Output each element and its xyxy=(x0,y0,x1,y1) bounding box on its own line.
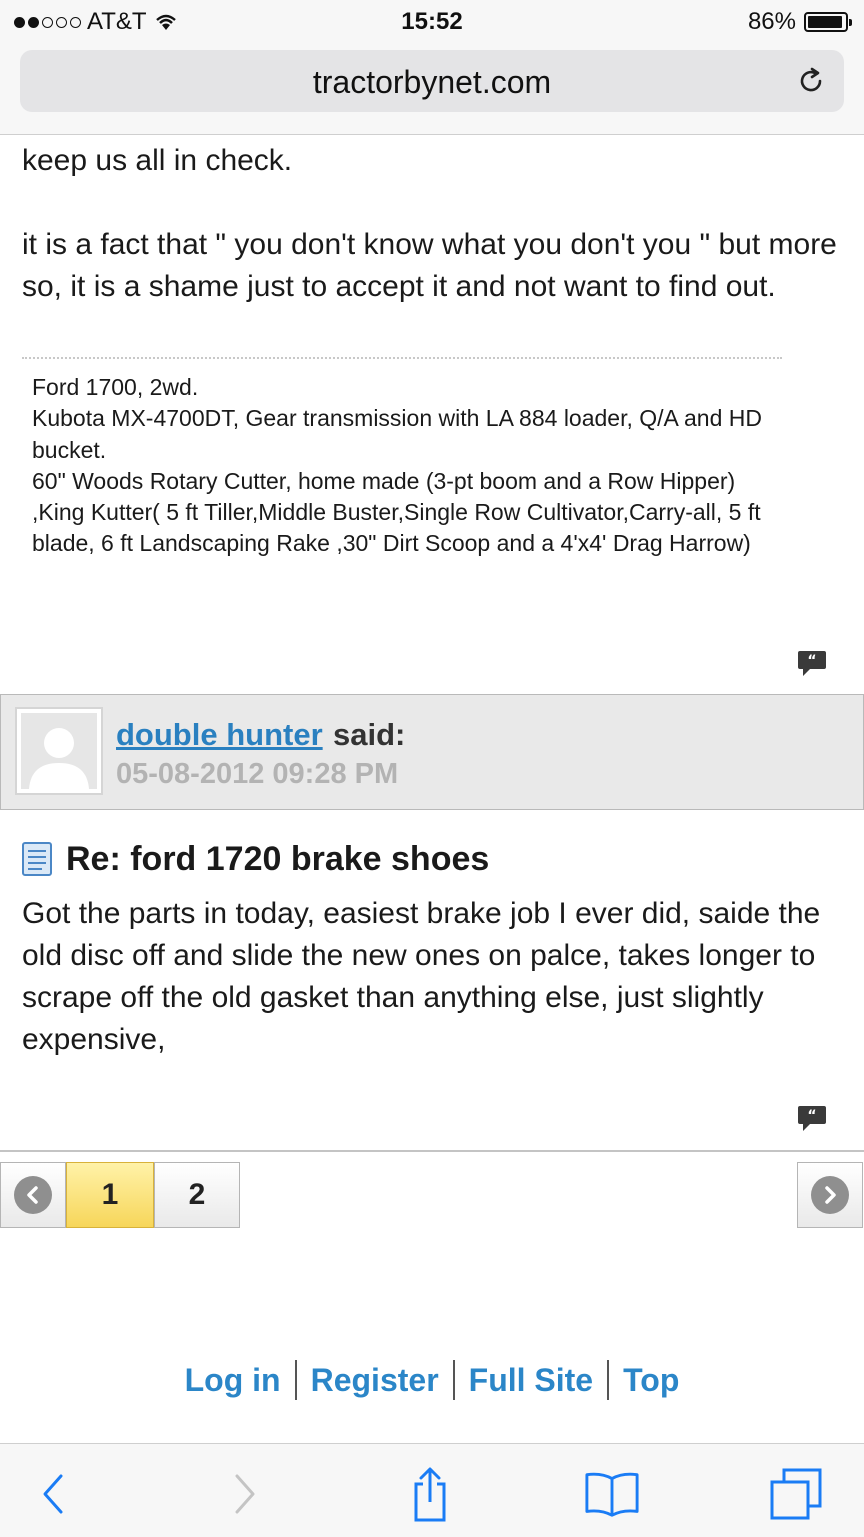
previous-page-button[interactable] xyxy=(0,1162,66,1228)
post-body: Got the parts in today, easiest brake jo… xyxy=(22,897,821,1056)
page-2-button[interactable]: 2 xyxy=(154,1162,240,1228)
section-divider xyxy=(0,1150,864,1152)
share-icon xyxy=(414,1467,446,1522)
register-link[interactable]: Register xyxy=(297,1362,453,1399)
signature-line: Kubota MX-4700DT, Gear transmission with… xyxy=(32,405,762,463)
footer-links: Log in Register Full Site Top xyxy=(0,1360,864,1400)
signature-line: 60" Woods Rotary Cutter, home made (3-pt… xyxy=(32,467,761,557)
svg-text:“: “ xyxy=(807,1108,816,1124)
bookmarks-button[interactable] xyxy=(584,1466,640,1522)
battery-icon xyxy=(804,12,852,32)
signature-line: Ford 1700, 2wd. xyxy=(32,374,199,400)
signature: Ford 1700, 2wd. Kubota MX-4700DT, Gear t… xyxy=(32,372,772,560)
next-page-button[interactable] xyxy=(797,1162,863,1228)
default-avatar-icon xyxy=(29,728,89,789)
page-1-button[interactable]: 1 xyxy=(66,1162,154,1228)
full-site-link[interactable]: Full Site xyxy=(455,1362,607,1399)
share-button[interactable] xyxy=(402,1466,458,1522)
username-link[interactable]: double hunter xyxy=(116,717,323,753)
browser-address-area: tractorbynet.com xyxy=(0,44,864,135)
document-icon xyxy=(22,842,52,876)
quote-reply-icon[interactable]: “ xyxy=(797,648,827,678)
chevron-left-icon xyxy=(14,1176,52,1214)
avatar[interactable] xyxy=(15,707,103,795)
book-icon xyxy=(585,1472,639,1517)
back-arrow-icon xyxy=(43,1474,63,1514)
address-bar[interactable]: tractorbynet.com xyxy=(20,50,844,112)
back-button[interactable] xyxy=(26,1466,82,1522)
url-text[interactable]: tractorbynet.com xyxy=(20,64,844,101)
reload-icon[interactable] xyxy=(796,66,826,96)
chevron-right-icon xyxy=(811,1176,849,1214)
post-date: 05-08-2012 09:28 PM xyxy=(116,758,399,790)
forward-button[interactable] xyxy=(216,1466,272,1522)
forward-arrow-icon xyxy=(235,1474,255,1514)
top-link[interactable]: Top xyxy=(609,1362,693,1399)
signature-divider xyxy=(22,357,782,359)
previous-post-text: keep us all in check. xyxy=(22,144,293,177)
tabs-button[interactable] xyxy=(768,1466,824,1522)
login-link[interactable]: Log in xyxy=(171,1362,295,1399)
battery-status: 86% xyxy=(747,8,852,36)
browser-toolbar xyxy=(0,1443,864,1537)
tabs-icon xyxy=(770,1468,822,1520)
post-title: Re: ford 1720 brake shoes xyxy=(66,840,490,878)
svg-text:“: “ xyxy=(807,653,816,669)
post-author-header: double hunter said: 05-08-2012 09:28 PM xyxy=(0,694,864,810)
previous-post-paragraph: it is a fact that " you don't know what … xyxy=(22,228,837,303)
battery-percent: 86% xyxy=(747,8,796,35)
status-bar: AT&T 15:52 86% xyxy=(0,0,864,44)
said-label: said: xyxy=(333,717,406,752)
clock: 15:52 xyxy=(401,8,463,35)
pagination: 1 2 xyxy=(0,1162,240,1228)
quote-reply-icon[interactable]: “ xyxy=(797,1103,827,1133)
